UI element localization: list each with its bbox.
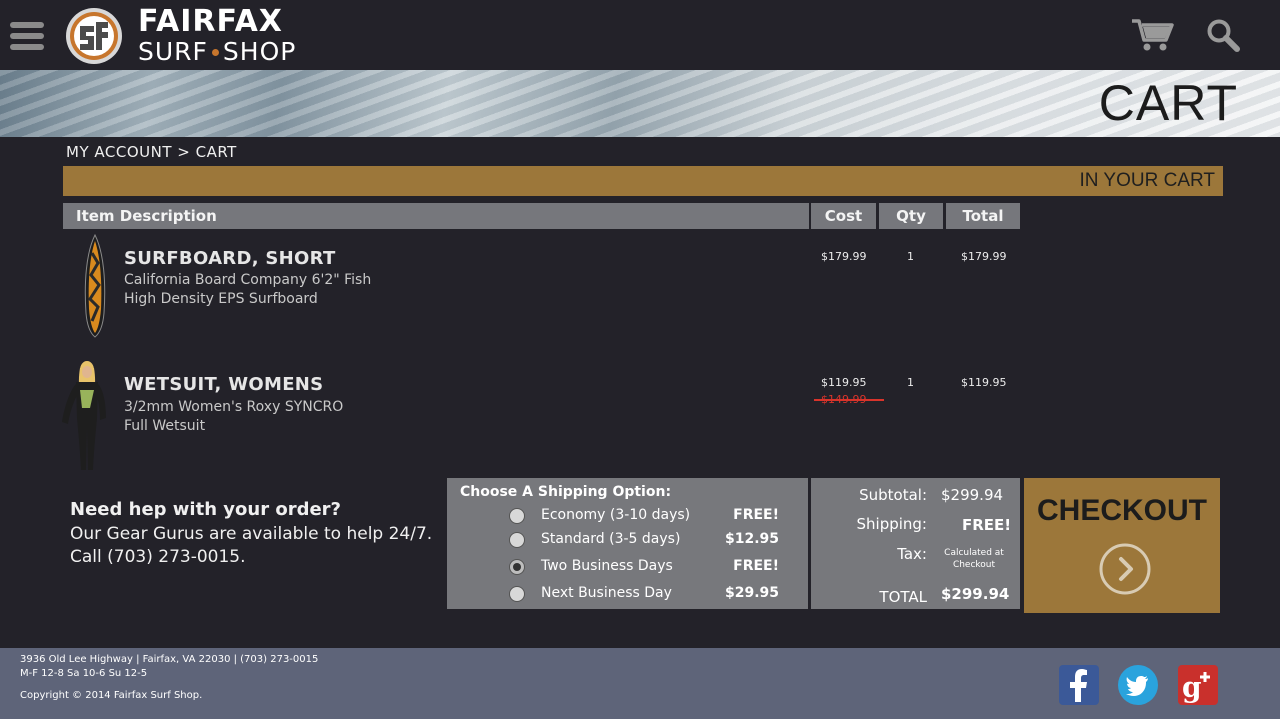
help-title: Need hep with your order? <box>70 499 342 520</box>
footer-hours: M-F 12-8 Sa 10-6 Su 12-5 <box>20 668 148 679</box>
footer-copyright: Copyright © 2014 Fairfax Surf Shop. <box>20 690 203 701</box>
help-text: Our Gear Gurus are available to help 24/… <box>70 524 433 544</box>
shipping-option-price: $12.95 <box>724 531 779 547</box>
wetsuit-image[interactable] <box>60 360 112 474</box>
menu-icon[interactable] <box>10 22 44 50</box>
breadcrumb[interactable]: MY ACCOUNT > CART <box>66 143 237 161</box>
surfboard-image[interactable] <box>80 233 110 339</box>
site-header: FAIRFAX SURF SHOP <box>0 0 1280 70</box>
item-description-line2: High Density EPS Surfboard <box>124 291 318 307</box>
subtotal-value: $299.94 <box>941 486 1004 504</box>
shipping-option-label: Economy (3-10 days) <box>541 507 691 523</box>
cart-section-bar: IN YOUR CART <box>63 166 1223 196</box>
twitter-icon[interactable] <box>1117 664 1159 706</box>
shipping-title: Choose A Shipping Option: <box>460 484 672 500</box>
shipping-option-label: Standard (3-5 days) <box>541 531 681 547</box>
svg-text:g: g <box>1182 671 1202 704</box>
total-value: $299.94 <box>941 585 1010 603</box>
tax-note-line2: Checkout <box>952 560 996 570</box>
radio-button[interactable] <box>509 508 525 524</box>
cart-section-label: IN YOUR CART <box>1079 170 1216 191</box>
shipping-option-economy[interactable]: Economy (3-10 days) FREE! <box>509 505 779 527</box>
logo-text[interactable]: FAIRFAX SURF SHOP <box>138 6 296 66</box>
shipping-option-two-day[interactable]: Two Business Days FREE! <box>509 556 779 578</box>
item-qty[interactable]: 1 <box>907 250 914 263</box>
shipping-value: FREE! <box>962 516 1012 534</box>
checkout-label: CHECKOUT <box>1037 494 1207 527</box>
subtotal-label: Subtotal: <box>859 486 927 504</box>
checkout-button[interactable]: CHECKOUT <box>1024 478 1220 613</box>
logo-mark-icon[interactable] <box>64 6 124 66</box>
tax-note-line1: Calculated at <box>944 548 1004 558</box>
column-header-total: Total <box>946 203 1020 229</box>
tax-label: Tax: <box>897 545 927 563</box>
total-label: TOTAL <box>879 588 927 606</box>
shipping-option-label: Next Business Day <box>541 585 672 601</box>
order-totals-panel: Subtotal: $299.94 Shipping: FREE! Tax: C… <box>811 478 1020 609</box>
item-cost: $179.99 <box>821 250 867 263</box>
column-header-description: Item Description <box>63 203 809 229</box>
item-total: $179.99 <box>961 250 1007 263</box>
page-banner: CART <box>0 70 1280 137</box>
footer-address: 3936 Old Lee Highway | Fairfax, VA 22030… <box>20 654 319 665</box>
facebook-icon[interactable] <box>1058 664 1100 706</box>
search-icon[interactable] <box>1206 18 1240 52</box>
shipping-option-next-day[interactable]: Next Business Day $29.95 <box>509 583 779 605</box>
shipping-option-standard[interactable]: Standard (3-5 days) $12.95 <box>509 529 779 551</box>
strikethrough-line <box>814 399 884 401</box>
shipping-option-price: $29.95 <box>724 585 779 601</box>
item-total: $119.95 <box>961 376 1007 389</box>
logo-dot <box>211 48 219 56</box>
item-cost: $119.95 <box>821 376 867 389</box>
cart-icon[interactable] <box>1132 18 1174 52</box>
logo-surf: SURF <box>138 37 208 66</box>
page-title: CART <box>1098 75 1238 131</box>
radio-button[interactable] <box>509 532 525 548</box>
shipping-option-label: Two Business Days <box>541 558 673 574</box>
item-description-line1: 3/2mm Women's Roxy SYNCRO <box>124 399 344 415</box>
shipping-option-price: FREE! <box>733 507 779 523</box>
item-name[interactable]: WETSUIT, WOMENS <box>124 374 323 395</box>
radio-button-selected[interactable] <box>509 559 525 575</box>
logo-bottom-text: SURF SHOP <box>138 38 296 66</box>
item-description-line2: Full Wetsuit <box>124 418 206 434</box>
google-plus-icon[interactable]: g <box>1177 664 1219 706</box>
shipping-option-price: FREE! <box>733 558 779 574</box>
item-description-line1: California Board Company 6'2" Fish <box>124 272 372 288</box>
chevron-right-icon[interactable] <box>1098 542 1152 596</box>
logo-top-text: FAIRFAX <box>138 4 283 39</box>
item-name[interactable]: SURFBOARD, SHORT <box>124 248 336 269</box>
radio-button[interactable] <box>509 586 525 602</box>
column-header-qty: Qty <box>879 203 943 229</box>
item-qty[interactable]: 1 <box>907 376 914 389</box>
logo-shop: SHOP <box>222 37 297 66</box>
tax-note: Calculated at Checkout <box>939 547 1009 571</box>
column-header-cost: Cost <box>811 203 876 229</box>
shipping-options-panel: Choose A Shipping Option: Economy (3-10 … <box>447 478 808 609</box>
shipping-label: Shipping: <box>856 515 928 533</box>
help-phone[interactable]: Call (703) 273-0015. <box>70 547 246 567</box>
